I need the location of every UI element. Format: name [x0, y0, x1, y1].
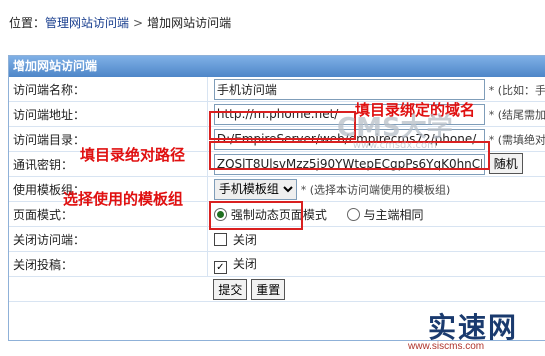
- mode-same-label: 与主端相同: [363, 207, 424, 222]
- breadcrumb-separator: >: [133, 16, 144, 30]
- template-select[interactable]: 手机模板组: [213, 178, 297, 200]
- annotation-template: 选择使用的模板组: [63, 190, 184, 208]
- brand-watermark: 实速网: [428, 311, 519, 344]
- key-input[interactable]: [213, 153, 485, 175]
- breadcrumb-link-manage[interactable]: 管理网站访问端: [45, 16, 129, 30]
- mode-same-radio[interactable]: [346, 207, 360, 221]
- name-hint: * (比如：手: [488, 83, 545, 97]
- form-row-name: 访问端名称： * (比如：手: [9, 77, 545, 102]
- form-row-close-access: 关闭访问端： 关闭: [9, 226, 545, 252]
- breadcrumb-prefix: 位置：: [9, 16, 46, 30]
- submit-button[interactable]: 提交: [213, 278, 248, 300]
- close-post-checkbox[interactable]: ✓: [213, 260, 227, 274]
- close-post-label: 关闭投稿：: [9, 251, 208, 277]
- reset-button[interactable]: 重置: [251, 278, 286, 300]
- name-input[interactable]: [213, 78, 485, 100]
- close-access-option: 关闭: [232, 232, 257, 247]
- mode-dynamic-label: 强制动态页面模式: [230, 207, 327, 222]
- form-header: 增加网站访问端: [9, 56, 545, 77]
- cms-watermark-logo: CMS大学 www.cmsdx.com: [337, 107, 453, 151]
- annotation-dir: 填目录绝对路径: [80, 146, 186, 164]
- random-key-button[interactable]: 随机: [488, 153, 523, 175]
- close-access-checkbox[interactable]: [213, 232, 227, 246]
- mode-dynamic-radio[interactable]: [213, 207, 227, 221]
- brand-watermark-url: www.siscms.com: [408, 341, 485, 352]
- dir-hint: * (需填绝对: [488, 133, 545, 146]
- breadcrumb: 位置：管理网站访问端 > 增加网站访问端: [9, 14, 231, 31]
- template-hint: * (选择本访问端使用的模板组): [300, 183, 451, 196]
- form-row-close-post: 关闭投稿： ✓ 关闭: [9, 251, 545, 277]
- domain-label: 访问端地址：: [9, 101, 208, 127]
- cms-watermark-url: www.cmsdx.com: [352, 140, 437, 151]
- form-row-actions: 提交 重置: [9, 276, 545, 302]
- domain-hint: * (结尾需加: [488, 108, 545, 121]
- cms-watermark-text: CMS大学: [337, 113, 453, 143]
- breadcrumb-current: 增加网站访问端: [147, 16, 232, 30]
- close-access-label: 关闭访问端：: [9, 226, 208, 252]
- name-label: 访问端名称：: [9, 77, 208, 102]
- close-post-option: 关闭: [232, 256, 257, 271]
